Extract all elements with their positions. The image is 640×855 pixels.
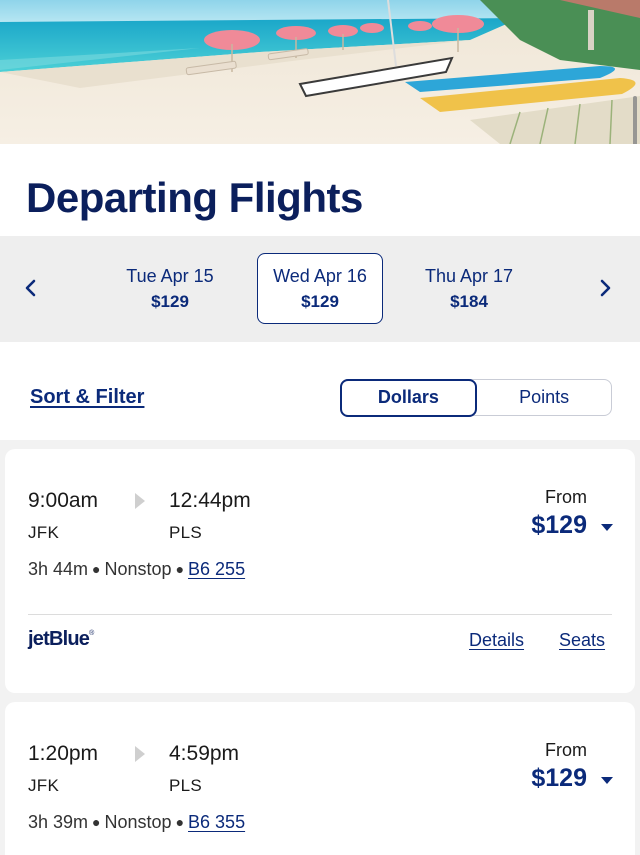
destination-code: PLS xyxy=(169,523,203,542)
dollars-option[interactable]: Dollars xyxy=(339,378,478,417)
duration: 3h 39m xyxy=(28,812,89,832)
hero-image xyxy=(0,0,640,144)
date-price: $129 xyxy=(301,292,339,311)
date-price: $129 xyxy=(151,292,189,311)
details-link[interactable]: Details xyxy=(469,630,524,651)
departure-time: 9:00am xyxy=(28,489,99,512)
arrival-time: 4:59pm xyxy=(169,742,240,765)
stops: Nonstop xyxy=(104,559,172,579)
separator-dot: ● xyxy=(92,561,101,577)
stops: Nonstop xyxy=(104,812,172,832)
fare-price[interactable]: $129 xyxy=(531,511,587,540)
chevron-left-icon xyxy=(25,279,36,297)
arrow-right-icon xyxy=(135,746,145,762)
separator-dot: ● xyxy=(175,561,185,577)
arrival-time: 12:44pm xyxy=(169,489,251,512)
destination-code: PLS xyxy=(169,776,203,795)
sort-filter-link[interactable]: Sort & Filter xyxy=(30,386,144,409)
points-option[interactable]: Points xyxy=(477,380,611,415)
arrow-right-icon xyxy=(135,493,145,509)
flight-card[interactable]: 9:00am 12:44pm JFK PLS 3h 44m ● Nonstop ● B6… xyxy=(5,449,635,693)
flight-card[interactable]: 1:20pm 4:59pm JFK PLS 3h 39m ● Nonstop ● B6 … xyxy=(5,702,635,855)
previous-date-button[interactable] xyxy=(12,270,48,306)
caret-down-icon[interactable] xyxy=(601,777,613,785)
duration: 3h 44m xyxy=(28,559,89,579)
origin-code: JFK xyxy=(28,776,60,795)
title-area: Departing Flights xyxy=(0,144,640,236)
date-option[interactable]: Tue Apr 15 $129 xyxy=(107,253,233,324)
from-label: From xyxy=(545,740,587,760)
caret-down-icon[interactable] xyxy=(601,524,613,532)
beach-scene-image xyxy=(0,0,640,144)
seats-link[interactable]: Seats xyxy=(559,630,605,651)
divider xyxy=(28,614,612,615)
date-label: Thu Apr 17 xyxy=(424,266,514,286)
flight-number-link[interactable]: B6 355 xyxy=(188,812,245,832)
sort-filter-row: Sort & Filter Dollars Points xyxy=(0,342,640,440)
date-option-selected[interactable]: Wed Apr 16 $129 xyxy=(257,253,383,324)
separator-dot: ● xyxy=(175,814,185,830)
date-label: Tue Apr 15 xyxy=(126,266,214,286)
flight-meta: 3h 44m ● Nonstop ● B6 255 xyxy=(28,559,245,580)
date-option[interactable]: Thu Apr 17 $184 xyxy=(406,253,532,324)
fare-price[interactable]: $129 xyxy=(531,764,587,793)
jetblue-logo: jetBlue® xyxy=(28,628,94,650)
from-label: From xyxy=(545,487,587,507)
currency-toggle: Dollars Points xyxy=(339,378,612,417)
origin-code: JFK xyxy=(28,523,60,542)
departure-time: 1:20pm xyxy=(28,742,99,765)
next-date-button[interactable] xyxy=(588,270,624,306)
flight-meta: 3h 39m ● Nonstop ● B6 355 xyxy=(28,812,245,833)
date-label: Wed Apr 16 xyxy=(273,266,367,286)
date-strip: Tue Apr 15 $129 Wed Apr 16 $129 Thu Apr … xyxy=(0,236,640,342)
page-title: Departing Flights xyxy=(26,174,363,221)
separator-dot: ● xyxy=(92,814,101,830)
flight-number-link[interactable]: B6 255 xyxy=(188,559,245,579)
date-price: $184 xyxy=(450,292,488,311)
chevron-right-icon xyxy=(600,279,611,297)
